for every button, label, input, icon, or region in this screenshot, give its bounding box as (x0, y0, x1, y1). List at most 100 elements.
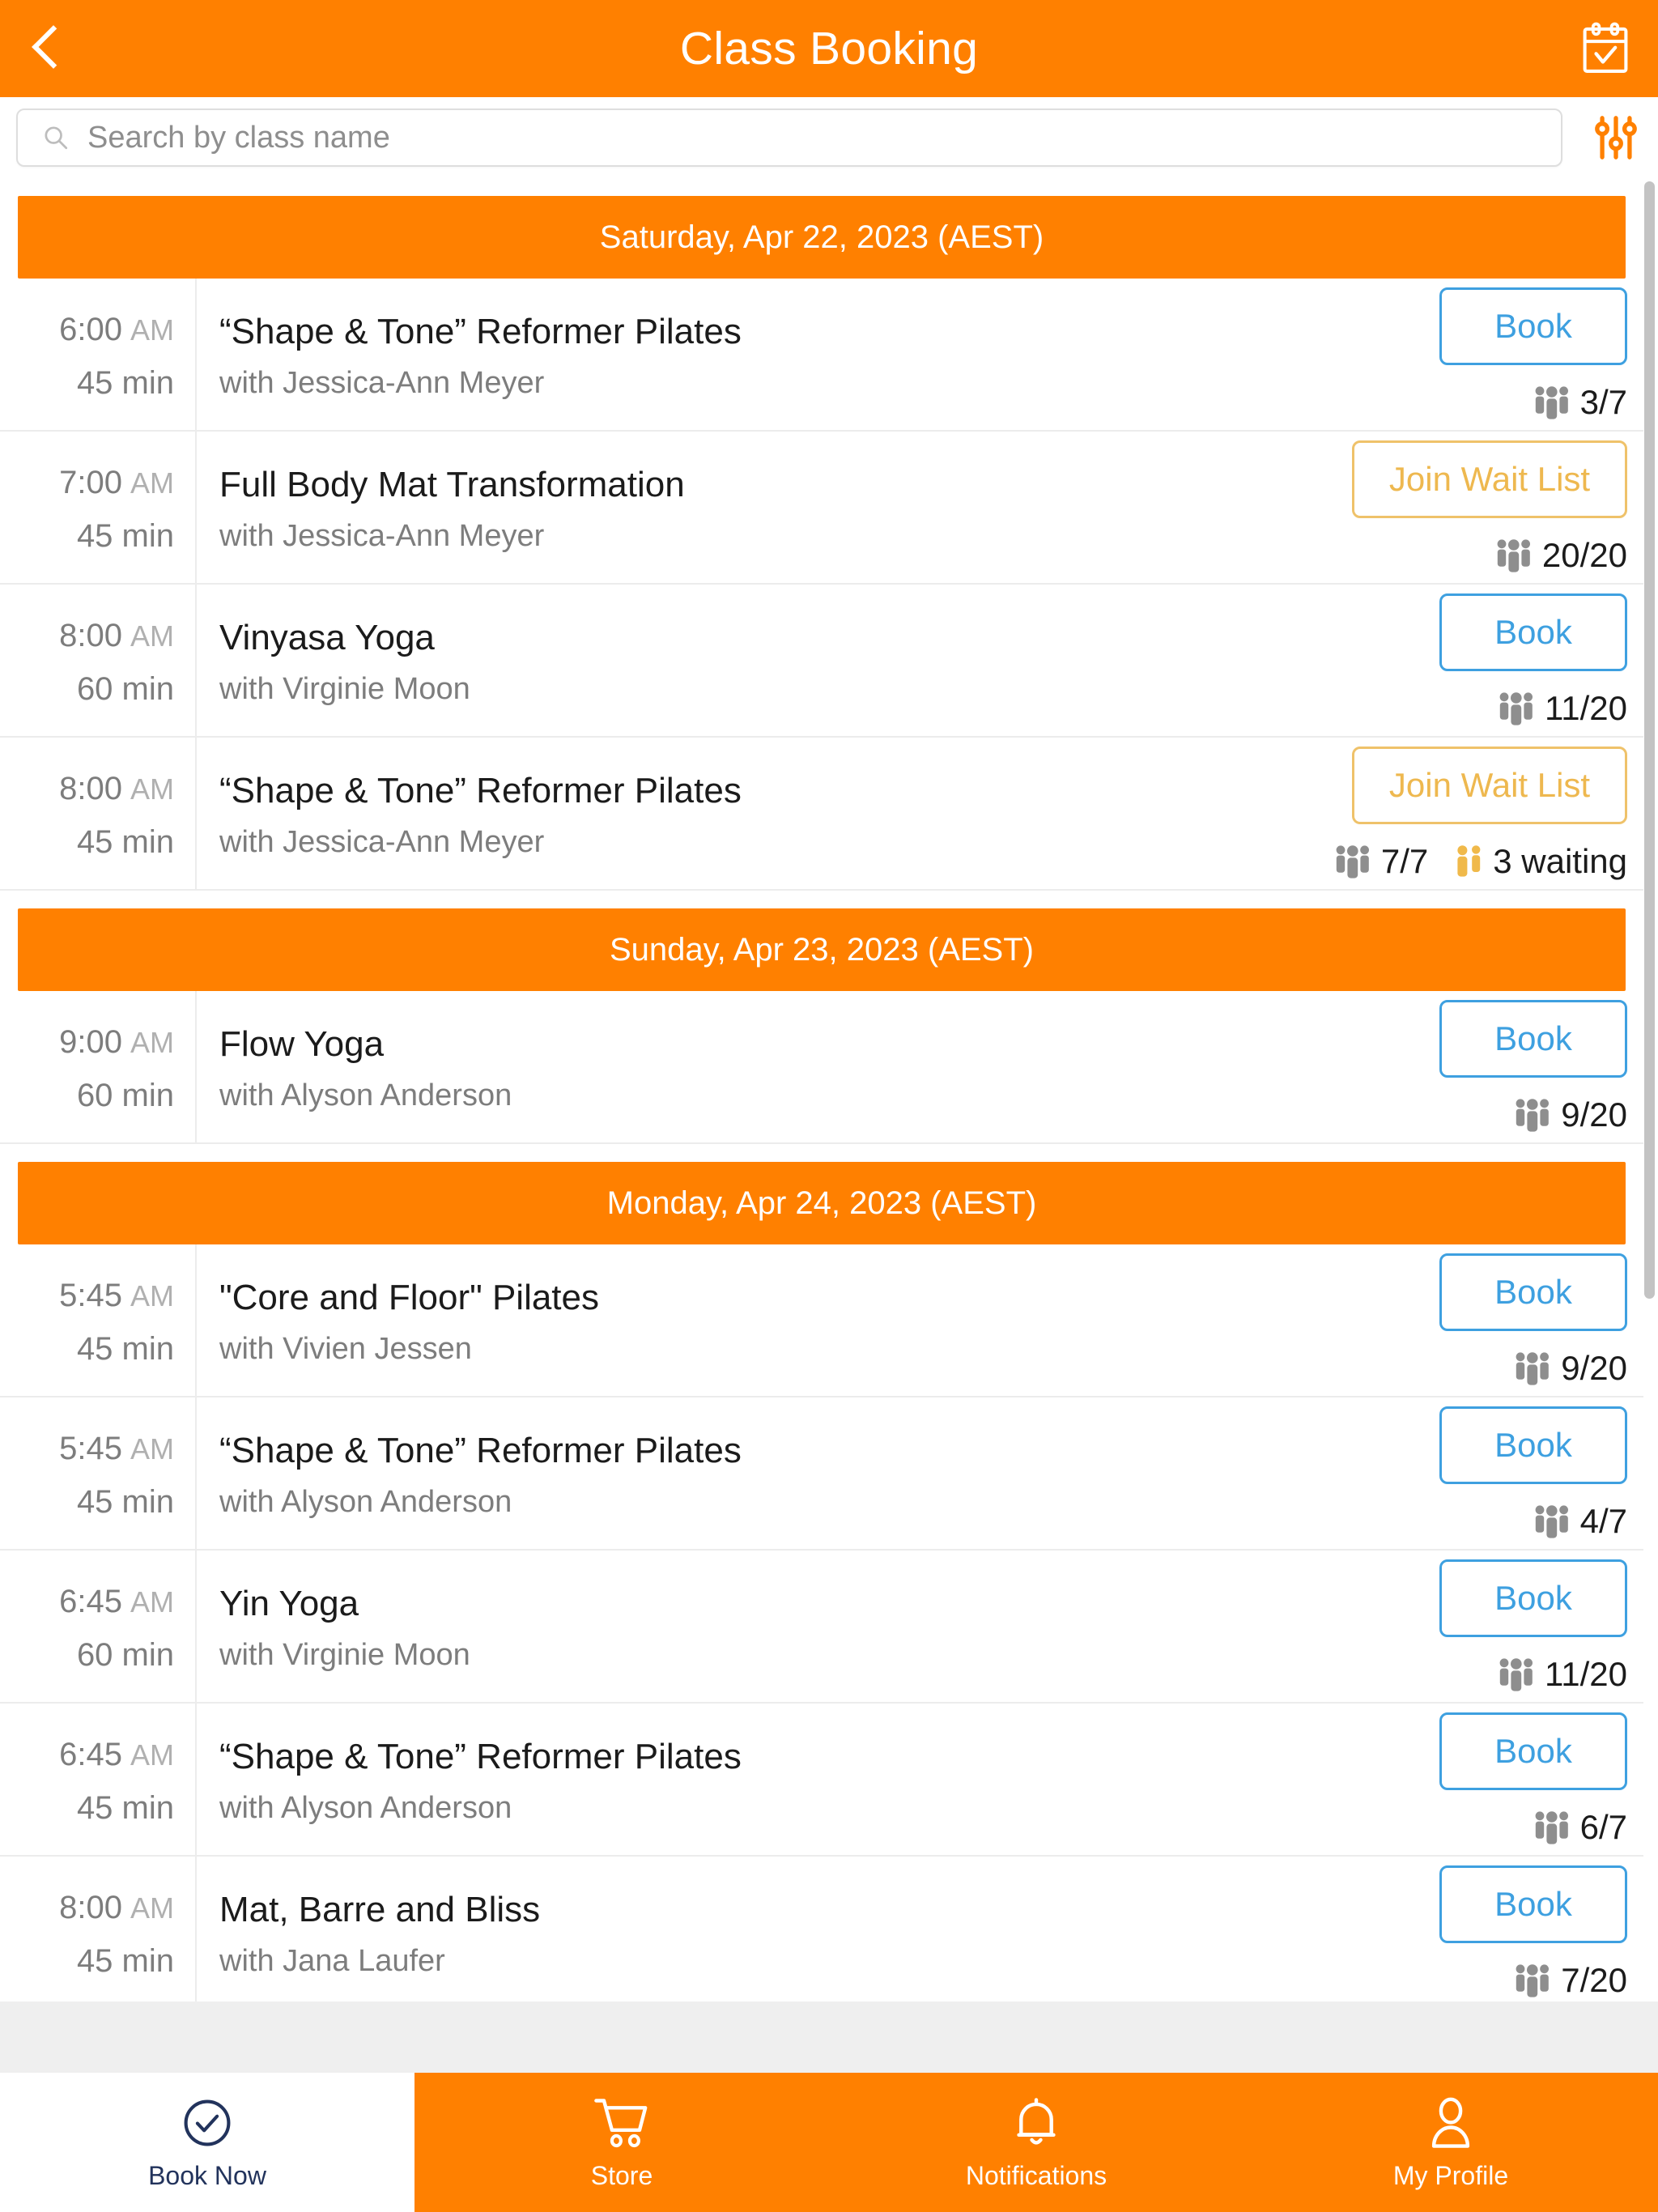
class-row[interactable]: 9:00 AM 60 min Flow Yoga with Alyson Anderso… (0, 991, 1643, 1144)
book-button[interactable]: Book (1439, 1406, 1627, 1484)
book-button[interactable]: Book (1439, 999, 1627, 1078)
bottom-tab-bar: Book Now Store Notifications My Profile (0, 2073, 1658, 2212)
class-start-time: 8:00 AM (59, 1891, 174, 1924)
book-button[interactable]: Book (1439, 1253, 1627, 1331)
class-time-column: 6:45 AM 60 min (0, 1551, 197, 1702)
class-row[interactable]: 5:45 AM 45 min "Core and Floor" Pilates with… (0, 1244, 1643, 1397)
join-wait-list-button[interactable]: Join Wait List (1352, 746, 1627, 824)
bell-icon (1011, 2096, 1061, 2163)
class-duration: 60 min (76, 1077, 174, 1113)
sliders-filter-icon (1595, 116, 1637, 160)
filter-button[interactable] (1574, 97, 1658, 178)
class-time-ampm: AM (130, 313, 174, 347)
capacity-group: 9/20 (1514, 1349, 1627, 1388)
join-wait-list-button[interactable]: Join Wait List (1352, 440, 1627, 518)
class-action-column: Book 9/20 (1417, 1244, 1643, 1396)
class-time-value: 6:45 (59, 1736, 122, 1772)
book-button[interactable]: Book (1439, 287, 1627, 365)
class-duration: 45 min (76, 364, 174, 401)
class-row[interactable]: 8:00 AM 60 min Vinyasa Yoga with Virginie Mo… (0, 585, 1643, 738)
waiting-group: 3 waiting (1456, 842, 1627, 881)
class-info-column: Yin Yoga with Virginie Moon (197, 1551, 1417, 1702)
people-group-icon (1499, 1657, 1533, 1691)
scrollbar-thumb[interactable] (1644, 181, 1655, 1299)
capacity-group: 6/7 (1533, 1808, 1627, 1847)
back-button[interactable] (0, 0, 89, 97)
class-name: “Shape & Tone” Reformer Pilates (219, 1736, 742, 1776)
search-input[interactable]: Search by class name (16, 108, 1562, 167)
tab-store[interactable]: Store (414, 2073, 829, 2212)
class-time-column: 8:00 AM 45 min (0, 1857, 197, 2001)
tab-label: My Profile (1392, 2161, 1509, 2190)
class-info-column: Full Body Mat Transformation with Jessica… (197, 432, 1336, 583)
calendar-check-icon (1583, 22, 1628, 73)
book-button[interactable]: Book (1439, 593, 1627, 671)
people-group-icon (1535, 1810, 1568, 1844)
people-group-icon (1499, 691, 1533, 725)
people-group-icon (1535, 1504, 1568, 1538)
class-list: Saturday, Apr 22, 2023 (AEST) 6:00 AM 45 mi… (0, 178, 1658, 2001)
class-time-ampm: AM (130, 1738, 174, 1772)
tab-notifications[interactable]: Notifications (829, 2073, 1244, 2212)
class-start-time: 8:00 AM (59, 772, 174, 805)
capacity-count: 6/7 (1579, 1807, 1627, 1846)
class-time-column: 5:45 AM 45 min (0, 1397, 197, 1549)
class-info-column: "Core and Floor" Pilates with Vivien Jess… (197, 1244, 1417, 1396)
class-duration: 45 min (76, 1942, 174, 1979)
class-action-column: Book 6/7 (1417, 1704, 1643, 1855)
search-icon (45, 126, 68, 150)
class-time-value: 7:00 (59, 464, 122, 500)
class-row[interactable]: 8:00 AM 45 min Mat, Barre and Bliss with Jan… (0, 1857, 1643, 2001)
class-duration: 60 min (76, 670, 174, 707)
class-duration: 45 min (76, 1483, 174, 1520)
class-start-time: 8:00 AM (59, 619, 174, 652)
book-button[interactable]: Book (1439, 1865, 1627, 1943)
capacity-count: 11/20 (1545, 688, 1627, 727)
capacity-group: 7/7 (1334, 842, 1428, 881)
capacity-count: 7/7 (1380, 841, 1429, 880)
class-row[interactable]: 6:00 AM 45 min “Shape & Tone” Reformer Pila… (0, 279, 1643, 432)
class-duration: 60 min (76, 1636, 174, 1673)
class-duration: 45 min (76, 517, 174, 554)
class-row[interactable]: 6:45 AM 60 min Yin Yoga with Virginie Moon Bo… (0, 1551, 1643, 1704)
class-row[interactable]: 7:00 AM 45 min Full Body Mat Transformation… (0, 432, 1643, 585)
class-time-value: 6:00 (59, 311, 122, 347)
capacity-row: 7/20 (1514, 1961, 1627, 2000)
class-time-ampm: AM (130, 619, 174, 653)
capacity-group: 4/7 (1533, 1502, 1627, 1541)
class-time-value: 5:45 (59, 1430, 122, 1466)
calendar-button[interactable] (1553, 0, 1658, 97)
book-button[interactable]: Book (1439, 1712, 1627, 1790)
capacity-row: 11/20 (1498, 1655, 1627, 1694)
class-row[interactable]: 6:45 AM 45 min “Shape & Tone” Reformer Pila… (0, 1704, 1643, 1857)
class-instructor: with Vivien Jessen (219, 1331, 472, 1366)
tab-book-now[interactable]: Book Now (0, 2073, 414, 2212)
class-instructor: with Alyson Anderson (219, 1790, 512, 1825)
class-name: Vinyasa Yoga (219, 617, 435, 657)
check-circle-icon (181, 2096, 234, 2163)
capacity-row: 11/20 (1498, 689, 1627, 728)
class-list-scroll[interactable]: Saturday, Apr 22, 2023 (AEST) 6:00 AM 45 mi… (0, 178, 1658, 2001)
tab-label: Store (590, 2161, 653, 2190)
capacity-row: 6/7 (1533, 1808, 1627, 1847)
book-button[interactable]: Book (1439, 1559, 1627, 1637)
search-bar: Search by class name (0, 97, 1658, 178)
class-row[interactable]: 5:45 AM 45 min “Shape & Tone” Reformer Pila… (0, 1397, 1643, 1551)
scrollbar[interactable] (1644, 178, 1655, 2001)
class-time-ampm: AM (130, 772, 174, 806)
class-row[interactable]: 8:00 AM 45 min “Shape & Tone” Reformer Pila… (0, 738, 1643, 891)
class-start-time: 5:45 AM (59, 1432, 174, 1465)
class-name: Full Body Mat Transformation (219, 464, 685, 504)
class-time-column: 6:45 AM 45 min (0, 1704, 197, 1855)
class-action-column: Book 4/7 (1417, 1397, 1643, 1549)
day-block: Monday, Apr 24, 2023 (AEST) 5:45 AM 45 min "… (0, 1144, 1643, 2001)
day-header: Sunday, Apr 23, 2023 (AEST) (18, 908, 1626, 991)
class-time-column: 6:00 AM 45 min (0, 279, 197, 430)
class-time-value: 8:00 (59, 617, 122, 653)
tab-my-profile[interactable]: My Profile (1244, 2073, 1658, 2212)
class-action-column: Book 11/20 (1417, 585, 1643, 736)
footer-spacer (0, 2001, 1658, 2073)
day-header: Monday, Apr 24, 2023 (AEST) (18, 1162, 1626, 1244)
class-action-column: Join Wait List 7/7 3 waiting (1336, 738, 1643, 889)
class-time-value: 5:45 (59, 1277, 122, 1313)
